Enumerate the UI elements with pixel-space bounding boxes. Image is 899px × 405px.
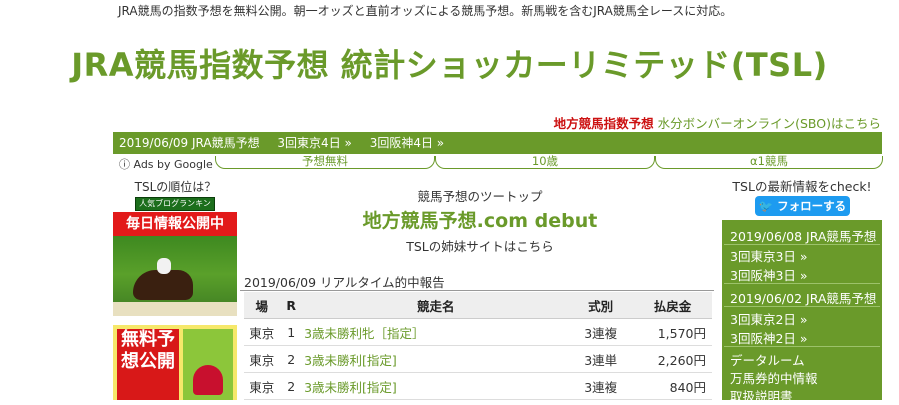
report-divider xyxy=(240,290,714,291)
cell-payout: 840円 xyxy=(632,372,712,400)
top-links: 地方競馬指数予想 水分ボンバーオンライン(SBO)はこちら xyxy=(554,113,881,132)
col-venue: 場 xyxy=(244,292,280,319)
cell-payout: 2,260円 xyxy=(632,345,712,373)
local-keiba-link[interactable]: 地方競馬指数予想 xyxy=(554,116,654,131)
table-row: 東京 2 3歳未勝利[指定] 3連複 840円 xyxy=(244,372,712,400)
hit-report-table: 場 R 競走名 式別 払戻金 東京 1 3歳未勝利牝［指定］ 3連複 1,570… xyxy=(244,292,712,400)
cell-venue: 東京 xyxy=(244,372,280,400)
cell-bet-type: 3連複 xyxy=(568,372,633,400)
link-manbaken-info[interactable]: 万馬券的中情報 xyxy=(730,368,818,387)
horse-image xyxy=(133,270,193,300)
col-payout: 払戻金 xyxy=(632,292,712,319)
cell-payout: 1,570円 xyxy=(632,318,712,346)
banner-header: 毎日情報公開中 xyxy=(113,212,237,236)
link-manual[interactable]: 取扱説明書 xyxy=(730,386,793,405)
link-0608-hanshin[interactable]: 3回阪神3日 » xyxy=(730,265,808,284)
table-row: 東京 2 3歳未勝利[指定] 3連単 2,260円 xyxy=(244,345,712,373)
nav-tokyo-link[interactable]: 3回東京4日 » xyxy=(277,136,351,150)
banner2-mascot xyxy=(193,365,223,395)
ranking-label: TSLの順位は？ xyxy=(134,180,217,194)
cell-race-name[interactable]: 3歳未勝利[指定] xyxy=(303,345,569,373)
table-row: 東京 1 3歳未勝利牝［指定］ 3連複 1,570円 xyxy=(244,318,712,346)
sister-site-caption: TSLの姉妹サイトはこちら xyxy=(406,239,554,254)
site-title[interactable]: JRA競馬指数予想 統計ショッカーリミテッド(TSL) xyxy=(0,40,899,86)
cell-bet-type: 3連単 xyxy=(568,345,633,373)
link-0602-hanshin[interactable]: 3回阪神2日 » xyxy=(730,328,808,347)
right-nav-box: 2019/06/08 JRA競馬予想 3回東京3日 » 3回阪神3日 » 201… xyxy=(722,220,882,404)
nav-hanshin-link[interactable]: 3回阪神4日 » xyxy=(370,136,444,150)
separator xyxy=(724,346,880,347)
separator xyxy=(724,306,880,307)
twitter-follow-button[interactable]: 🐦 フォローする xyxy=(755,196,850,216)
col-race-name: 競走名 xyxy=(303,292,569,319)
separator xyxy=(724,283,880,284)
site-tagline: JRA競馬の指数予想を無料公開。朝一オッズと直前オッズによる競馬予想。新馬戦を含… xyxy=(118,4,733,18)
cell-bet-type: 3連複 xyxy=(568,318,633,346)
cell-race: 2 xyxy=(279,345,304,373)
latest-info-label: TSLの最新情報をcheck! xyxy=(732,179,872,194)
banner-track xyxy=(113,302,237,316)
cell-venue: 東京 xyxy=(244,345,280,373)
col-bet-type: 式別 xyxy=(568,292,633,319)
ad-tab-10sai[interactable]: 10歳 xyxy=(435,155,655,169)
banner2-text: 無料予想公開 xyxy=(117,329,179,400)
ads-by-google-label[interactable]: ⓘ Ads by Google xyxy=(119,156,213,172)
two-top-label: 競馬予想のツートップ xyxy=(417,189,543,204)
cell-race: 2 xyxy=(279,372,304,400)
col-race: R xyxy=(279,292,304,319)
link-0608-tokyo[interactable]: 3回東京3日 » xyxy=(730,246,808,265)
hit-report-title: 2019/06/09 リアルタイム的中報告 xyxy=(244,275,445,290)
link-0602-tokyo[interactable]: 3回東京2日 » xyxy=(730,309,808,328)
ad-tab-yoso-muryo[interactable]: 予想無料 xyxy=(215,155,435,169)
table-header-row: 場 R 競走名 式別 払戻金 xyxy=(244,292,712,319)
cell-venue: 東京 xyxy=(244,318,280,346)
cell-race-name[interactable]: 3歳未勝利牝［指定］ xyxy=(303,318,569,346)
sbo-link[interactable]: 水分ボンバーオンライン(SBO)はこちら xyxy=(658,116,881,131)
cell-race-name[interactable]: 3歳未勝利[指定] xyxy=(303,372,569,400)
cell-race: 1 xyxy=(279,318,304,346)
daily-info-banner[interactable]: 毎日情報公開中 xyxy=(113,212,237,316)
twitter-bird-icon: 🐦 xyxy=(758,199,778,213)
ad-links-row: ⓘ Ads by Google 予想無料 10歳 α1競馬 xyxy=(113,155,883,172)
link-data-room[interactable]: データルーム xyxy=(730,350,805,369)
free-prediction-banner[interactable]: 無料予想公開 xyxy=(113,325,237,400)
nav-date: 2019/06/09 JRA競馬予想 xyxy=(119,136,260,150)
follow-label: フォローする xyxy=(777,199,847,213)
jockey-image xyxy=(157,258,171,274)
section-title-0608: 2019/06/08 JRA競馬予想 xyxy=(730,229,877,244)
separator xyxy=(724,244,880,245)
race-nav-bar: 2019/06/09 JRA競馬予想 3回東京4日 » 3回阪神4日 » xyxy=(113,132,882,154)
sister-site-link[interactable]: 地方競馬予想.com debut xyxy=(240,206,720,233)
section-title-0602: 2019/06/02 JRA競馬予想 xyxy=(730,291,877,306)
ad-tab-alpha1[interactable]: α1競馬 xyxy=(655,155,883,169)
blog-ranking-badge[interactable]: 人気ブログランキング xyxy=(135,197,215,220)
